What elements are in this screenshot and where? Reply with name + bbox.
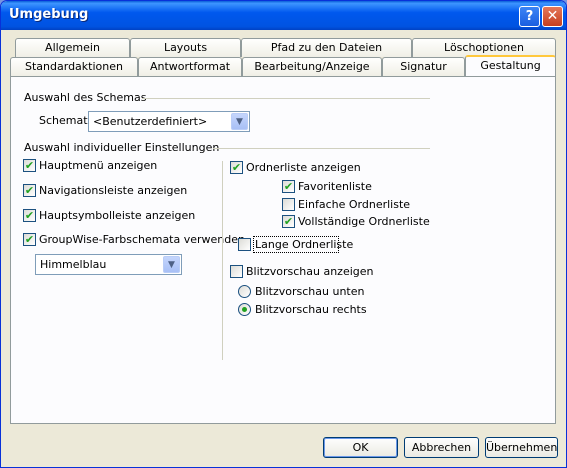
help-button[interactable]: ? [519,6,540,27]
color-scheme-dropdown[interactable]: Himmelblau ▼ [35,254,182,275]
blitzvorschau-rechts-radio[interactable] [238,303,251,316]
lange-ordnerliste-checkbox[interactable] [238,238,251,251]
vollstaendige-ordnerliste-label: Vollständige Ordnerliste [298,215,430,228]
hauptsymbolleiste-label: Hauptsymbolleiste anzeigen [39,209,196,222]
schemata-dropdown[interactable]: <Benutzerdefiniert> ▼ [88,111,250,132]
lange-ordnerliste-label: Lange Ordnerliste [255,238,354,251]
chevron-down-icon[interactable]: ▼ [231,113,248,130]
tab-standardaktionen[interactable]: Standardaktionen [10,57,138,76]
blitzvorschau-label: Blitzvorschau anzeigen [246,265,374,278]
vollstaendige-ordnerliste-checkbox[interactable]: ✔ [282,215,295,228]
close-button[interactable]: ✕ [542,6,563,27]
apply-button[interactable]: Übernehmen [485,437,558,458]
farbschemata-label: GroupWise-Farbschemata verwenden [39,233,245,246]
blitzvorschau-unten-radio[interactable] [238,285,251,298]
favoritenliste-checkbox[interactable]: ✔ [282,180,295,193]
tab-bearbeitung-anzeige[interactable]: Bearbeitung/Anzeige [242,57,382,76]
schemata-value: <Benutzerdefiniert> [93,115,208,128]
blitzvorschau-checkbox[interactable] [230,265,243,278]
ok-button[interactable]: OK [323,437,398,458]
hauptmenue-label: Hauptmenü anzeigen [39,159,158,172]
ordnerliste-checkbox[interactable]: ✔ [230,161,243,174]
tab-antwortformat[interactable]: Antwortformat [138,57,242,76]
hauptsymbolleiste-checkbox[interactable]: ✔ [23,209,36,222]
radio-selected-dot [242,307,247,312]
individual-group-title: Auswahl individueller Einstellungen [24,141,220,154]
favoritenliste-label: Favoritenliste [298,180,372,193]
navigationsleiste-checkbox[interactable]: ✔ [23,184,36,197]
color-scheme-value: Himmelblau [40,258,107,271]
chevron-down-icon[interactable]: ▼ [163,256,180,273]
navigationsleiste-label: Navigationsleiste anzeigen [39,184,188,197]
farbschemata-checkbox[interactable]: ✔ [23,233,36,246]
tab-layouts[interactable]: Layouts [130,38,241,57]
einfache-ordnerliste-checkbox[interactable] [282,198,295,211]
individual-group-divider [213,148,430,149]
blitzvorschau-unten-label: Blitzvorschau unten [255,285,365,298]
tab-pfad-zu-den-dateien[interactable]: Pfad zu den Dateien [241,38,412,57]
ordnerliste-label: Ordnerliste anzeigen [246,161,361,174]
title-bar[interactable]: Umgebung ? ✕ [1,1,566,30]
tab-allgemein[interactable]: Allgemein [15,38,130,57]
column-separator [222,161,223,360]
einfache-ordnerliste-label: Einfache Ordnerliste [298,198,411,211]
blitzvorschau-rechts-label: Blitzvorschau rechts [255,303,367,316]
window-title: Umgebung [9,7,89,22]
schema-group-title: Auswahl des Schemas [24,91,147,104]
hauptmenue-checkbox[interactable]: ✔ [23,159,36,172]
cancel-button[interactable]: Abbrechen [404,437,479,458]
schema-group-divider [142,98,430,99]
tab-signatur[interactable]: Signatur [382,57,465,76]
umgebung-dialog: Umgebung ? ✕ Allgemein Layouts Pfad zu d… [0,0,567,468]
tab-gestaltung[interactable]: Gestaltung [465,55,556,76]
